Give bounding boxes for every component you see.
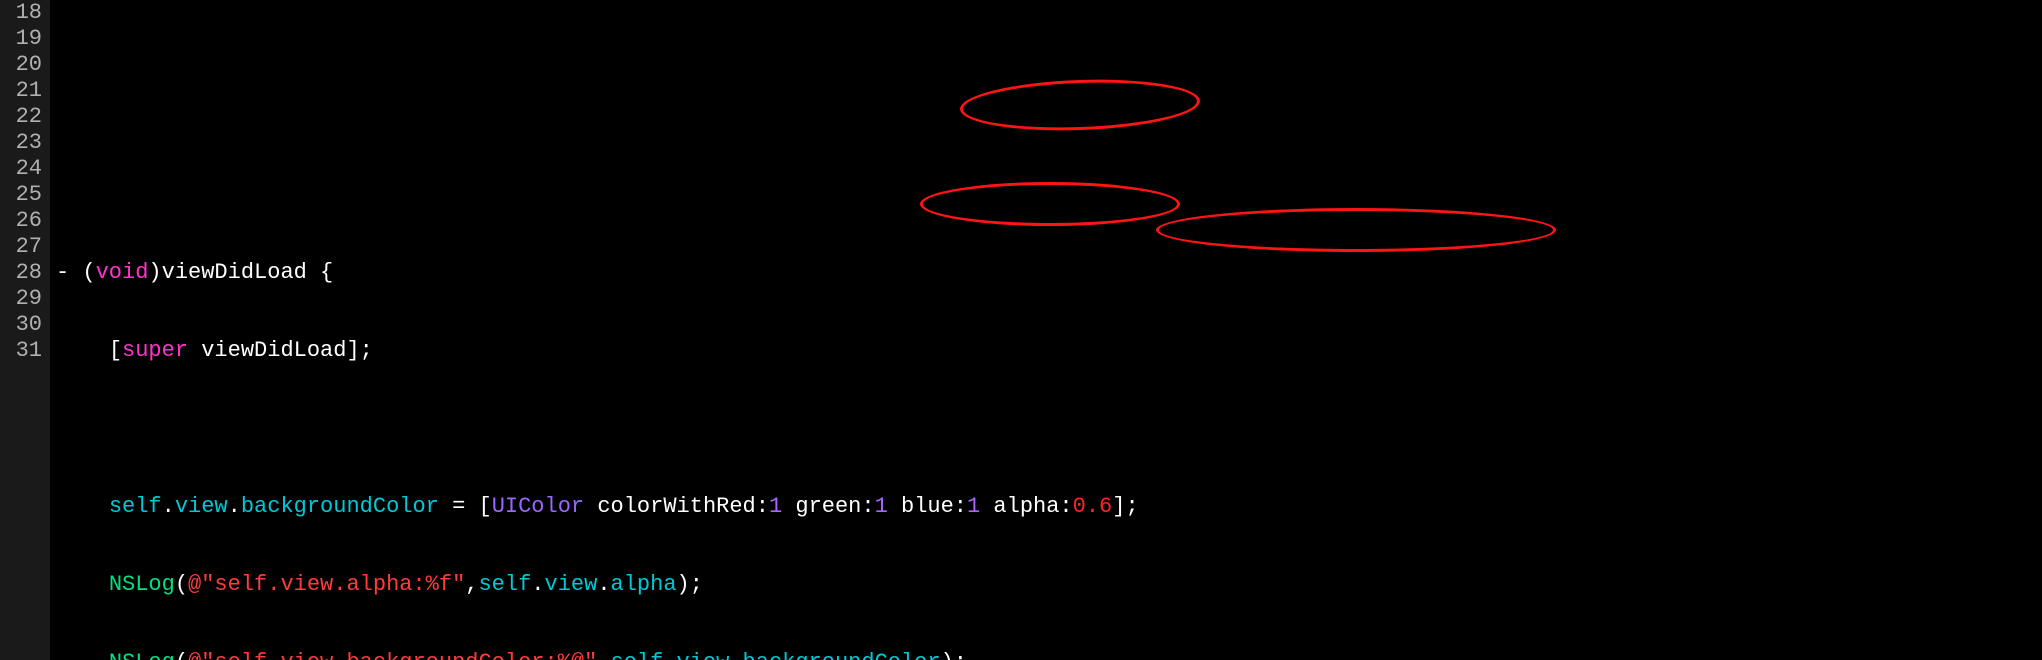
code-editor[interactable]: 18 19 20 21 22 23 24 25 26 27 28 29 30 3… — [0, 0, 2042, 660]
code-line — [56, 182, 2042, 208]
code-line: - (void)viewDidLoad { — [56, 260, 2042, 286]
line-number: 25 — [0, 182, 42, 208]
code-line: self.view.backgroundColor = [UIColor col… — [56, 494, 2042, 520]
code-area[interactable]: - (void)viewDidLoad { [super viewDidLoad… — [50, 0, 2042, 660]
line-number: 31 — [0, 338, 42, 364]
line-number: 27 — [0, 234, 42, 260]
line-number: 18 — [0, 0, 42, 26]
line-number: 29 — [0, 286, 42, 312]
line-number: 24 — [0, 156, 42, 182]
code-line: NSLog(@"self.view.backgroundColor:%@",se… — [56, 650, 2042, 660]
line-number-gutter: 18 19 20 21 22 23 24 25 26 27 28 29 30 3… — [0, 0, 50, 660]
line-number: 23 — [0, 130, 42, 156]
annotation-ellipse — [959, 76, 1201, 134]
line-number: 22 — [0, 104, 42, 130]
line-number: 26 — [0, 208, 42, 234]
line-number: 30 — [0, 312, 42, 338]
code-line: [super viewDidLoad]; — [56, 338, 2042, 364]
line-number: 19 — [0, 26, 42, 52]
code-line: NSLog(@"self.view.alpha:%f",self.view.al… — [56, 572, 2042, 598]
line-number: 21 — [0, 78, 42, 104]
annotation-ellipse — [1156, 208, 1556, 252]
line-number: 20 — [0, 52, 42, 78]
code-line — [56, 416, 2042, 442]
line-number: 28 — [0, 260, 42, 286]
